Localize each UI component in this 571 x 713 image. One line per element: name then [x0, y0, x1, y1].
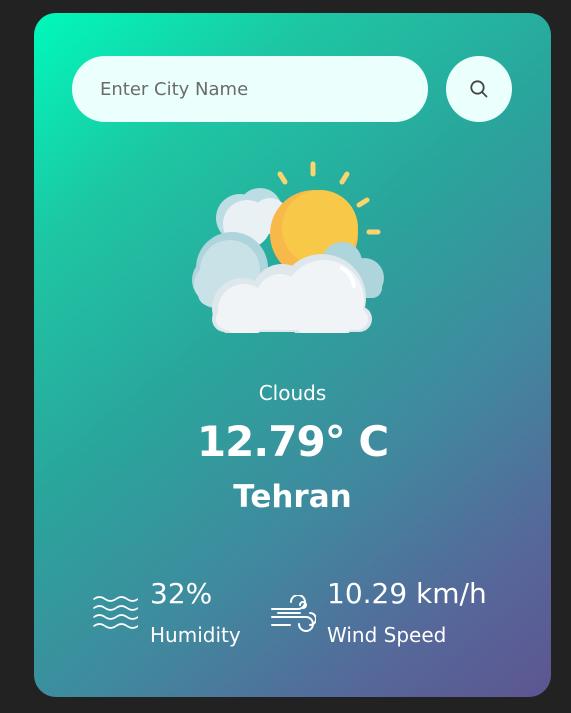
city-search-input[interactable]: [72, 56, 428, 122]
wind-icon: [271, 595, 316, 632]
temperature: 12.79° C: [196, 417, 389, 466]
search-bar: [72, 56, 512, 122]
wind-speed-label: Wind Speed: [327, 623, 447, 647]
weather-card: Clouds 12.79° C Tehran 32% Humidity: [34, 13, 551, 697]
search-button[interactable]: [446, 56, 512, 122]
city-name: Tehran: [233, 479, 352, 515]
cloudy-sun-icon: [192, 161, 384, 333]
humidity-label: Humidity: [150, 623, 241, 647]
waves-icon: [93, 596, 138, 629]
wind-detail: 10.29 km/h Wind Speed: [270, 577, 510, 657]
search-icon: [470, 80, 488, 98]
wind-speed-value: 10.29 km/h: [327, 577, 487, 610]
humidity-detail: 32% Humidity: [92, 577, 262, 657]
humidity-value: 32%: [150, 577, 213, 610]
weather-condition: Clouds: [258, 381, 327, 405]
